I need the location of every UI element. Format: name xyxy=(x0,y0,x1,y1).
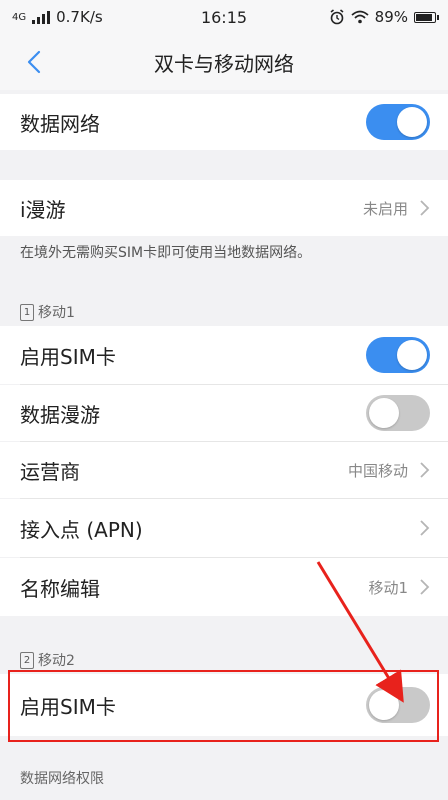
sim-card-icon: 2 xyxy=(20,651,34,669)
status-left: 4G 0.7K/s xyxy=(12,8,103,26)
signal-icon xyxy=(32,10,51,24)
sim1-carrier-label: 运营商 xyxy=(20,459,80,484)
data-permission-label: 数据网络权限 xyxy=(20,771,104,787)
sim1-name-edit-value: 移动1 xyxy=(368,578,408,597)
iroaming-value: 未启用 xyxy=(362,199,408,218)
sim1-carrier-value: 中国移动 xyxy=(347,461,408,480)
sim1-enable-row: 启用SIM卡 xyxy=(0,326,448,384)
sim1-data-roaming-toggle[interactable] xyxy=(366,395,430,431)
sim1-data-roaming-label: 数据漫游 xyxy=(20,402,100,427)
sim-card-icon: 1 xyxy=(20,303,34,321)
battery-percent: 89% xyxy=(374,8,408,26)
sim1-apn-row[interactable]: 接入点 (APN) xyxy=(0,499,448,557)
chevron-right-icon xyxy=(420,200,430,216)
status-time: 16:15 xyxy=(200,7,248,27)
chevron-right-icon xyxy=(420,520,430,536)
sim1-name-edit-row[interactable]: 名称编辑 移动1 xyxy=(0,558,448,616)
iroaming-label: i漫游 xyxy=(20,197,66,222)
sim1-name-edit-label: 名称编辑 xyxy=(20,576,100,601)
wifi-icon xyxy=(351,10,369,24)
battery-icon xyxy=(414,11,439,23)
page-title: 双卡与移动网络 xyxy=(154,51,294,76)
sim1-header-label: 移动1 xyxy=(38,305,75,321)
back-chevron-icon xyxy=(27,50,41,74)
sim1-carrier-row[interactable]: 运营商 中国移动 xyxy=(0,442,448,498)
data-permission-header: 数据网络权限 xyxy=(20,768,104,788)
iroaming-hint: 在境外无需购买SIM卡即可使用当地数据网络。 xyxy=(20,245,312,261)
sim1-enable-toggle[interactable] xyxy=(366,337,430,373)
sim1-data-roaming-row: 数据漫游 xyxy=(0,385,448,441)
data-network-row: 数据网络 xyxy=(0,94,448,150)
alarm-icon xyxy=(330,9,344,25)
network-type: 4G xyxy=(12,11,27,23)
status-right: 89% xyxy=(329,8,439,26)
sim2-enable-label: 启用SIM卡 xyxy=(20,694,116,719)
sim2-header: 2 移动2 xyxy=(20,650,75,670)
sim1-enable-label: 启用SIM卡 xyxy=(20,344,116,369)
nav-bar: 双卡与移动网络 xyxy=(0,34,448,90)
back-button[interactable] xyxy=(20,48,48,76)
chevron-right-icon xyxy=(420,579,430,595)
iroaming-row[interactable]: i漫游 未启用 xyxy=(0,180,448,236)
sim2-enable-toggle[interactable] xyxy=(366,687,430,723)
data-network-toggle[interactable] xyxy=(366,104,430,140)
sim1-header: 1 移动1 xyxy=(20,302,75,322)
sim2-header-label: 移动2 xyxy=(38,653,75,669)
data-network-label: 数据网络 xyxy=(20,111,100,136)
network-speed: 0.7K/s xyxy=(56,8,103,26)
chevron-right-icon xyxy=(420,462,430,478)
status-bar: 4G 0.7K/s 16:15 89% xyxy=(0,0,448,34)
sim2-enable-row: 启用SIM卡 xyxy=(0,674,448,736)
sim1-apn-label: 接入点 (APN) xyxy=(20,517,143,542)
